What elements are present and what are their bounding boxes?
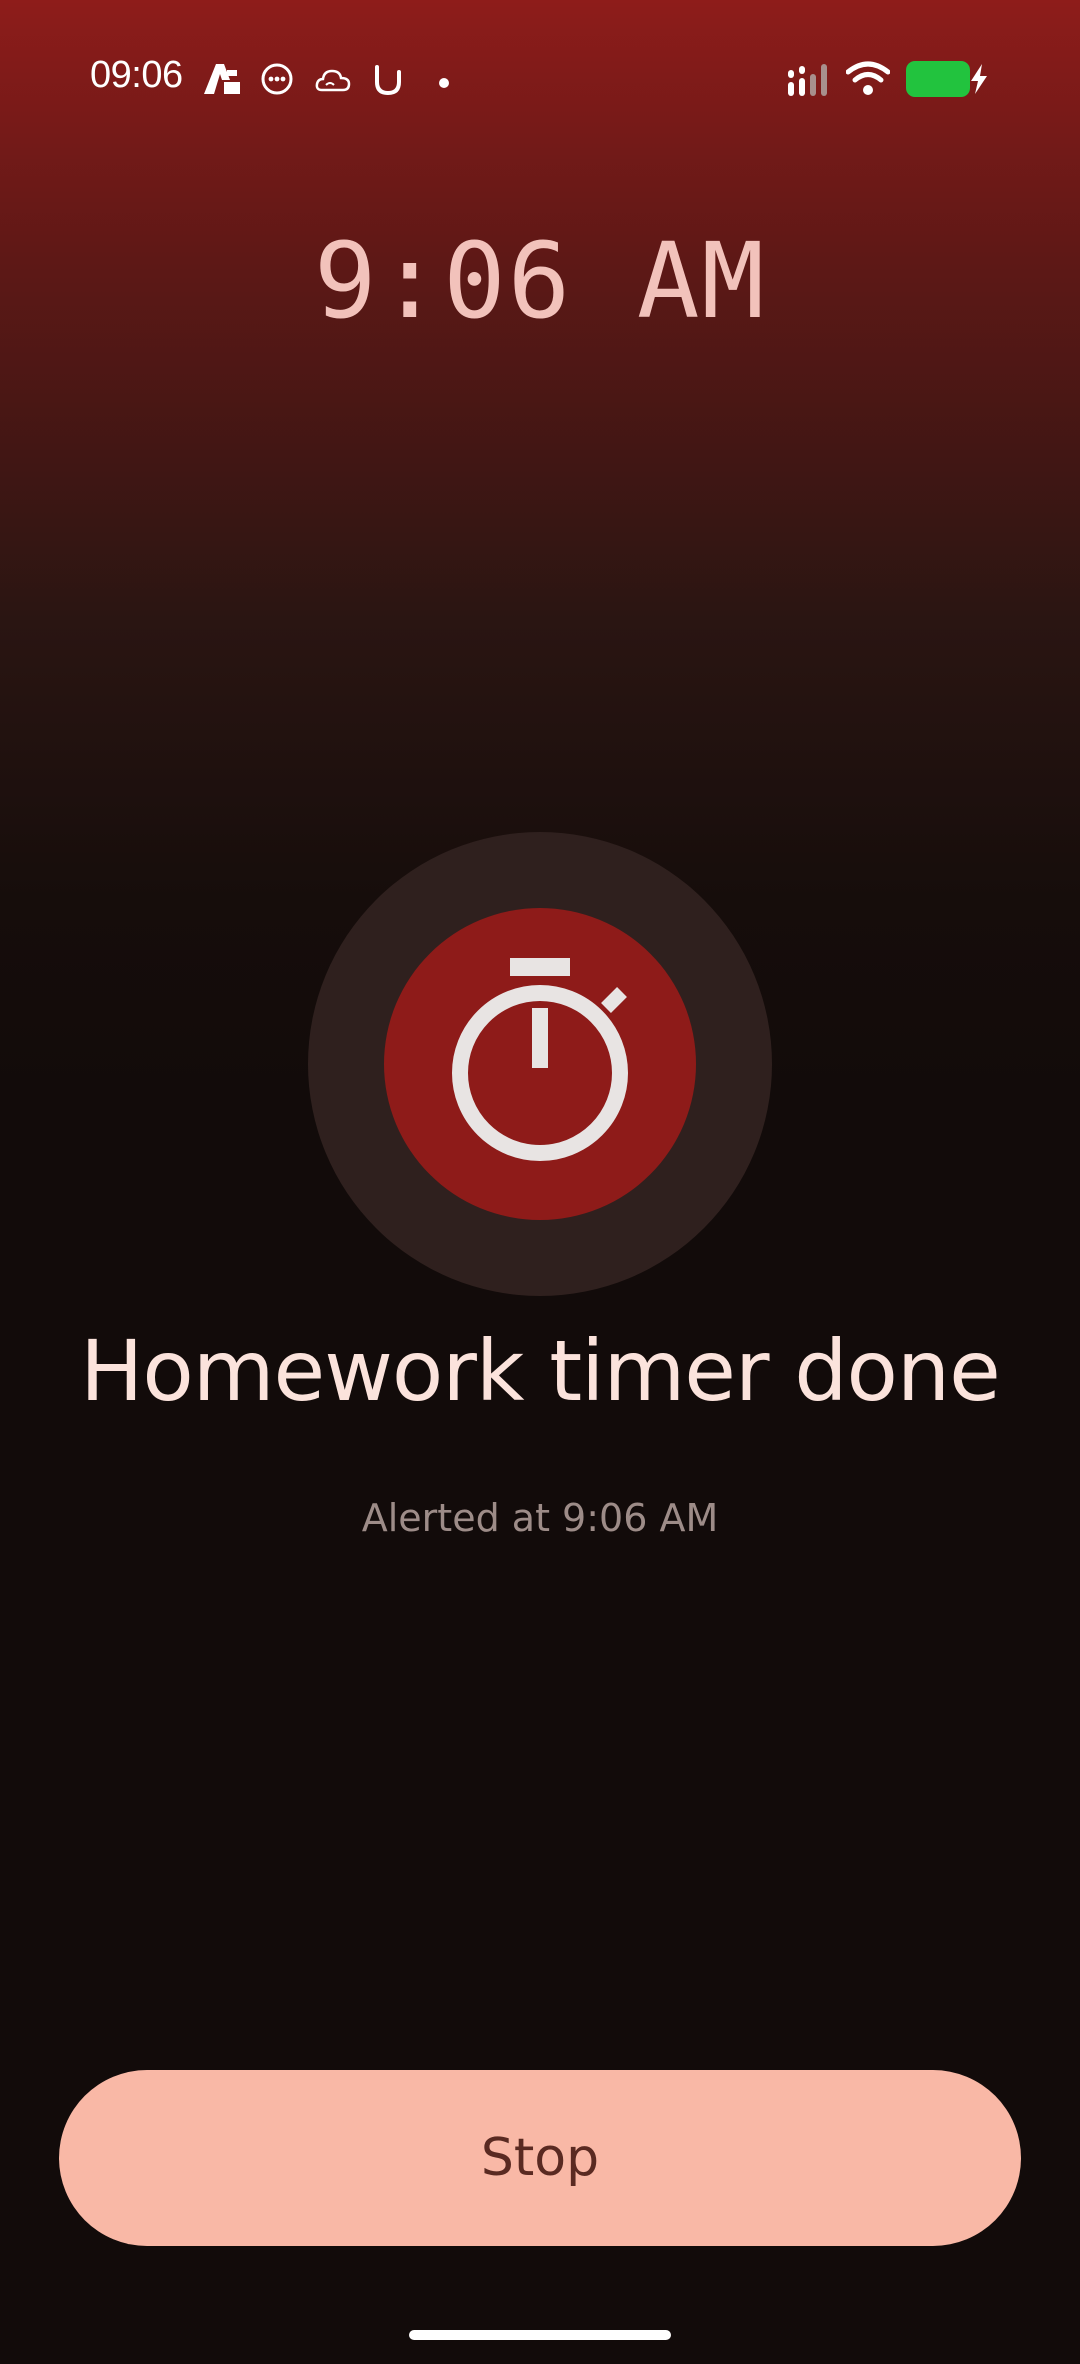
alert-subtitle: Alerted at 9:06 AM bbox=[361, 1496, 719, 1540]
app-a-icon bbox=[202, 62, 242, 100]
u-app-icon bbox=[372, 64, 404, 100]
status-time: 09:06 bbox=[90, 54, 183, 96]
battery-icon bbox=[906, 61, 970, 101]
charging-bolt-icon bbox=[968, 62, 990, 100]
dot-icon bbox=[438, 74, 450, 93]
stop-button[interactable]: Stop bbox=[59, 2070, 1021, 2246]
wifi-icon bbox=[845, 60, 891, 100]
status-bar: 09:06 bbox=[0, 0, 1080, 160]
cloud-icon bbox=[314, 66, 352, 98]
alarm-clock-time: 9:06 AM bbox=[313, 220, 767, 342]
home-indicator[interactable] bbox=[409, 2330, 671, 2340]
timer-icon-circle bbox=[384, 908, 696, 1220]
timer-icon-halo bbox=[308, 832, 772, 1296]
alert-title: Homework timer done bbox=[80, 1322, 1001, 1420]
chat-bubble-icon bbox=[260, 62, 294, 100]
signal-icon bbox=[786, 62, 832, 102]
stopwatch-icon bbox=[452, 958, 628, 1161]
